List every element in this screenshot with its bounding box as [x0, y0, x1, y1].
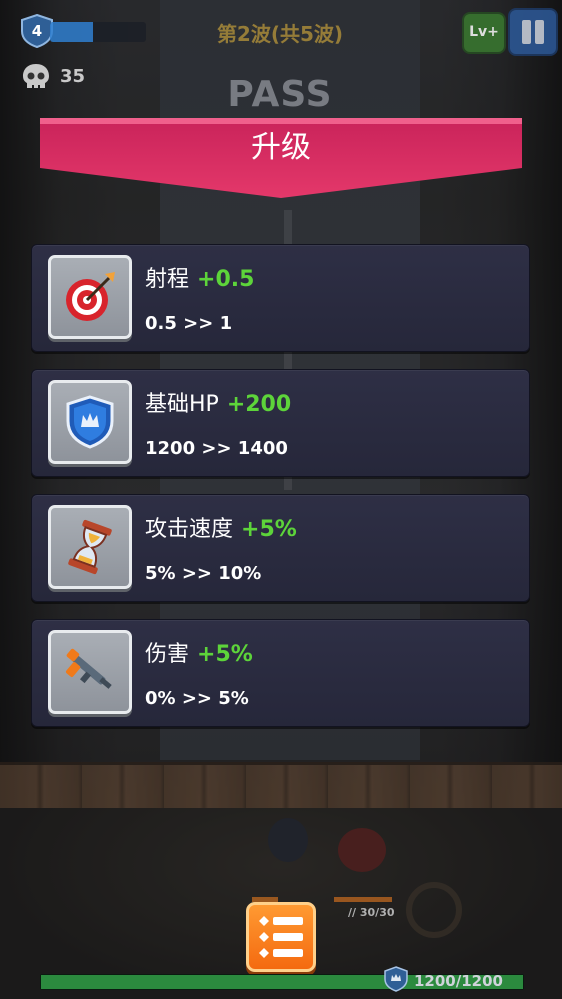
gun-icon: [65, 648, 112, 689]
skull-icon: [23, 64, 49, 88]
upgrade-card-attack-speed[interactable]: 攻击速度 +5% 5% >> 10%: [31, 494, 530, 602]
upgrade-icon-frame: [48, 255, 132, 339]
base-hp-value: 1200/1200: [414, 972, 503, 990]
ammo-count: ∕∕ 30/30: [348, 906, 395, 919]
xp-bar-fill: [50, 22, 94, 42]
kill-count: 35: [60, 66, 86, 87]
upgrade-bonus: +5%: [197, 642, 253, 667]
hourglass-icon: [68, 519, 112, 575]
menu-button[interactable]: [246, 902, 316, 972]
upgrade-name: 射程: [145, 267, 190, 292]
upgrade-name: 伤害: [145, 642, 190, 667]
upgrade-card-range[interactable]: 射程 +0.5 0.5 >> 1: [31, 244, 530, 352]
upgrade-icon-frame: [48, 380, 132, 464]
level-up-button[interactable]: Lv+: [462, 12, 506, 54]
upgrade-card-damage[interactable]: 伤害 +5% 0% >> 5%: [31, 619, 530, 727]
upgrade-title: 攻击速度 +5%: [145, 511, 297, 543]
banner-title: 升级: [251, 130, 311, 165]
upgrade-card-base-hp[interactable]: 基础HP +200 1200 >> 1400: [31, 369, 530, 477]
upgrade-name: 基础HP: [145, 392, 219, 417]
xp-bar: [50, 22, 146, 42]
pause-button[interactable]: [508, 8, 558, 56]
upgrade-title: 伤害 +5%: [145, 636, 253, 668]
player-level: 4: [31, 22, 43, 40]
upgrade-change: 0.5 >> 1: [145, 313, 233, 334]
upgrade-change: 1200 >> 1400: [145, 438, 288, 459]
upgrade-bonus: +200: [226, 392, 292, 417]
pause-icon: [522, 20, 531, 44]
upgrade-title: 射程 +0.5: [145, 261, 254, 293]
upgrade-bonus: +0.5: [197, 267, 255, 292]
target-icon: [66, 272, 115, 321]
ammo-value: 30/30: [359, 906, 395, 919]
upgrade-change: 5% >> 10%: [145, 563, 262, 584]
upgrade-icon-frame: [48, 505, 132, 589]
pause-icon: [535, 20, 544, 44]
ammo-bar: [334, 897, 392, 902]
upgrade-change: 0% >> 5%: [145, 688, 249, 709]
upgrade-bonus: +5%: [241, 517, 297, 542]
pass-label: PASS: [227, 74, 333, 115]
upgrade-name: 攻击速度: [145, 517, 234, 542]
shield-icon: [66, 395, 114, 449]
wave-indicator: 第2波(共5波): [216, 22, 344, 46]
upgrade-title: 基础HP +200: [145, 386, 291, 418]
upgrade-icon-frame: [48, 630, 132, 714]
base-shield-icon: [384, 966, 408, 992]
list-icon: [259, 916, 303, 958]
